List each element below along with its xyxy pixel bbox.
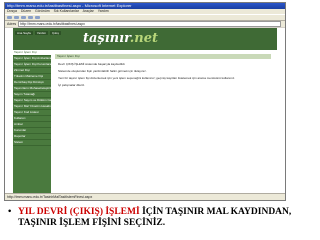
sidebar-item[interactable]: Sistem (13, 140, 51, 146)
menu-item-view[interactable]: Görünüm (35, 9, 50, 13)
status-bar: http://tmm.manu.edu.tr/TasinirMalTasitIs… (5, 193, 285, 200)
forward-icon[interactable] (14, 16, 19, 19)
message-line: İyi çalışmalar dileriz. (58, 83, 86, 87)
refresh-icon[interactable] (28, 16, 33, 19)
menu-item-edit[interactable]: Düzen (21, 9, 31, 13)
message-line: Yeni bir taşınır işlem fişi düzenlemek i… (58, 76, 236, 80)
site-header: Ana Sayfa Yardım Çıkış taşınır.net (13, 28, 277, 50)
site-tabs: Ana Sayfa Yardım Çıkış (15, 31, 62, 35)
caption-text: YIL DEVRİ (ÇIKIŞ) İŞLEMİ İÇİN TAŞINIR MA… (8, 207, 308, 229)
main-panel: Taşınır İşlem Fişi Devir ÇIKIŞ İŞLEMİ si… (55, 54, 271, 190)
site-logo[interactable]: taşınır.net (83, 31, 158, 46)
logo-text: taşınır (83, 31, 130, 46)
tab-help[interactable]: Yardım (34, 31, 49, 35)
home-icon[interactable] (35, 16, 40, 19)
caption-highlight: YIL DEVRİ (ÇIKIŞ) İŞLEMİ (18, 207, 140, 217)
menu-item-tools[interactable]: Araçlar (83, 9, 94, 13)
page-viewport: Ana Sayfa Yardım Çıkış taşınır.net Taşın… (5, 28, 285, 194)
slide-caption: • YIL DEVRİ (ÇIKIŞ) İŞLEMİ İÇİN TAŞINIR … (8, 207, 308, 229)
menu-item-favorites[interactable]: Sık Kullanılanlar (54, 9, 79, 13)
stop-icon[interactable] (21, 16, 26, 19)
sidebar-menu: Taşınır İşlem Fişi Taşınır İşlem Fişi Am… (13, 50, 51, 194)
menu-item-file[interactable]: Dosya (7, 9, 17, 13)
site-page: Ana Sayfa Yardım Çıkış taşınır.net Taşın… (13, 28, 277, 194)
menu-item-help[interactable]: Yardım (98, 9, 109, 13)
address-bar: Adres http://tmm.manu.edu.tr/tasitbasfin… (5, 21, 285, 27)
browser-screenshot: http://tmm.manu.edu.tr/tasitbasfinesi.as… (4, 2, 286, 201)
logo-tld: .net (129, 31, 158, 46)
tab-logout[interactable]: Çıkış (49, 31, 61, 35)
bullet-icon: • (8, 207, 12, 217)
address-label: Adres (7, 22, 17, 26)
print-link[interactable]: Sistemde oluşturulan fişin yazdırılabili… (58, 69, 268, 73)
message-line: Devir ÇIKIŞ İŞLEMİ sistemde başarıyla ka… (58, 62, 126, 66)
back-icon[interactable] (7, 16, 12, 19)
address-input[interactable]: http://tmm.manu.edu.tr/tasitbasfinesi.as… (18, 21, 281, 27)
toolbar (5, 14, 285, 21)
main-body: Devir ÇIKIŞ İŞLEMİ sistemde başarıyla ka… (55, 59, 271, 93)
tab-home[interactable]: Ana Sayfa (15, 31, 33, 35)
